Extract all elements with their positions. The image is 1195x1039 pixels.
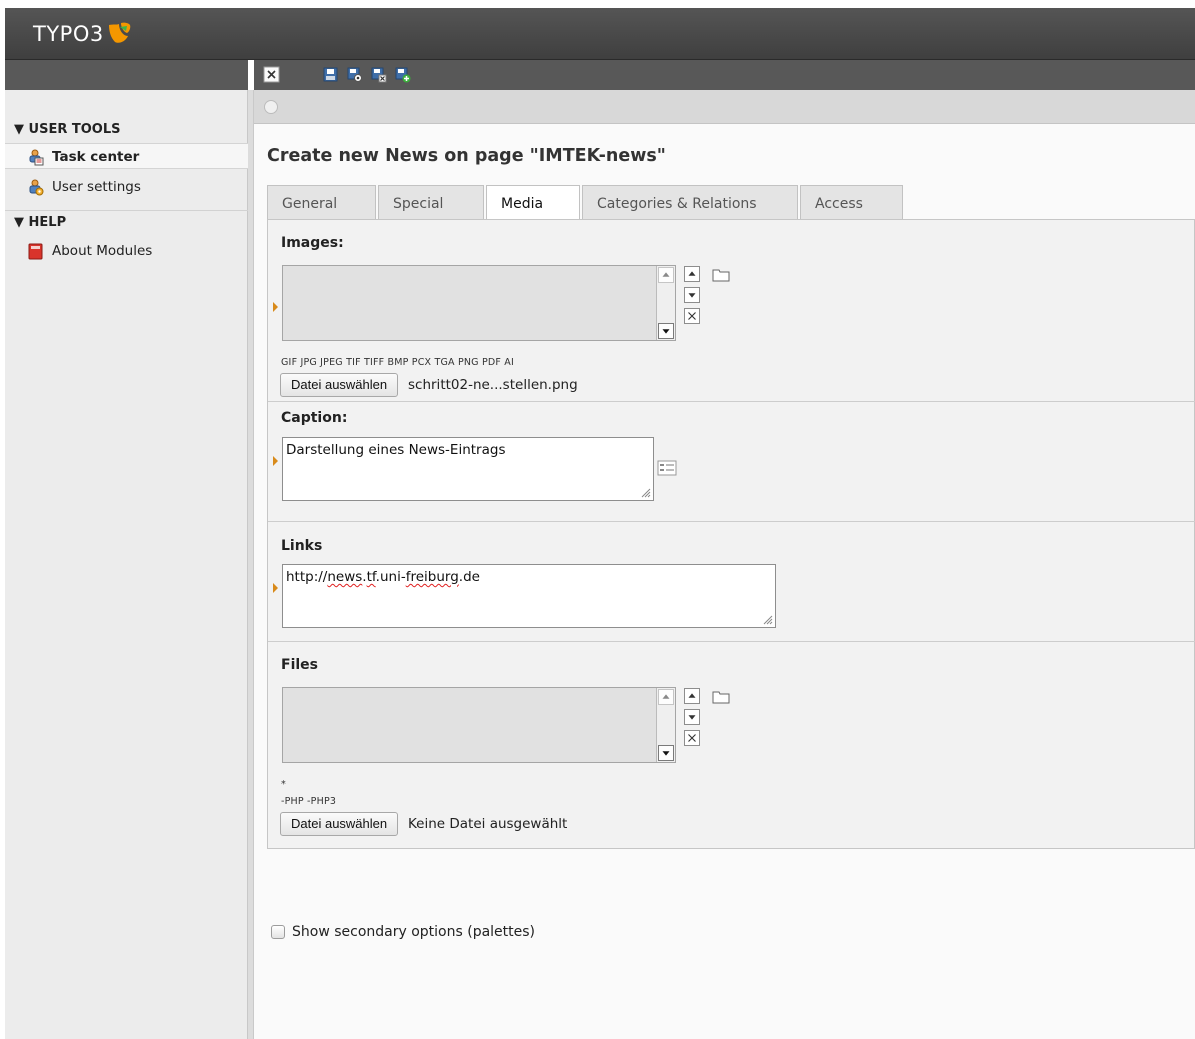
save-and-close-icon[interactable] [370,66,387,83]
sidebar-item-about-modules[interactable]: About Modules [5,238,248,264]
links-section: Links http://news.tf.uni-freiburg.de [268,522,1195,642]
typo3-logo-icon [109,22,131,43]
files-list[interactable] [282,687,676,763]
caption-textarea[interactable]: Darstellung eines News-Eintrags [282,437,654,501]
close-icon[interactable] [263,66,280,83]
caption-label: Caption: [281,410,348,426]
scroll-up-icon[interactable] [658,689,674,705]
move-up-icon[interactable] [684,688,700,704]
folder-browse-icon[interactable] [712,690,730,704]
user-settings-icon [29,179,44,196]
remove-icon[interactable] [684,308,700,324]
sidebar-item-user-settings[interactable]: User settings [5,174,248,200]
module-toolbar-spacer [5,60,248,90]
links-value-part: tf [366,569,376,585]
images-file-name: schritt02-ne...stellen.png [408,377,578,393]
scroll-down-icon[interactable] [658,745,674,761]
edit-form-area: Create new News on page "IMTEK-news" Gen… [254,124,1195,1039]
sidebar-item-label: About Modules [52,243,153,259]
sidebar-item-label: User settings [52,179,141,195]
media-tab-panel: Images: GIF JPG JPEG TIF TIFF BMP PCX TG… [267,219,1195,849]
files-section: Files * -PHP -PHP3 Datei auswählen Keine… [268,642,1195,849]
sidebar-group-help[interactable]: ▼ HELP [14,215,66,230]
top-header: TYPO3 [5,8,1195,60]
save-icon[interactable] [322,66,339,83]
scroll-up-icon[interactable] [658,267,674,283]
field-marker [273,302,278,312]
tab-access[interactable]: Access [800,185,903,219]
sidebar-item-task-center[interactable]: Task center [5,143,248,169]
remove-icon[interactable] [684,730,700,746]
field-marker [273,456,278,466]
document-header [254,90,1195,124]
move-up-icon[interactable] [684,266,700,282]
links-value-part: http:// [286,569,328,585]
resize-grip-icon[interactable] [641,488,651,498]
move-down-icon[interactable] [684,709,700,725]
images-list-scrollbar[interactable] [656,266,675,340]
images-section: Images: GIF JPG JPEG TIF TIFF BMP PCX TG… [268,220,1195,402]
links-value-part: freiburg [405,569,459,585]
tab-categories-relations[interactable]: Categories & Relations [582,185,798,219]
files-allowed-extensions: * [281,779,286,790]
secondary-options-label: Show secondary options (palettes) [292,924,536,940]
folder-browse-icon[interactable] [712,268,730,282]
rich-text-wizard-icon[interactable] [657,460,677,476]
files-disallowed-extensions: -PHP -PHP3 [281,796,337,807]
links-textarea[interactable]: http://news.tf.uni-freiburg.de [282,564,776,628]
about-modules-icon [28,243,43,260]
tab-special[interactable]: Special [378,185,484,219]
images-list[interactable] [282,265,676,341]
tab-media[interactable]: Media [486,185,580,220]
files-label: Files [281,657,318,673]
links-value-part: news [327,569,363,585]
caption-section: Caption: Darstellung eines News-Eintrags [268,402,1195,522]
document-toolbar [254,60,1195,90]
move-down-icon[interactable] [684,287,700,303]
task-center-icon [29,149,44,166]
typo3-logo-text: TYPO3 [33,22,104,46]
images-allowed-extensions: GIF JPG JPEG TIF TIFF BMP PCX TGA PNG PD… [281,357,514,368]
save-and-new-icon[interactable] [394,66,411,83]
images-label: Images: [281,235,344,251]
module-menu: ▼ USER TOOLS Task center User settings ▼… [5,90,248,1039]
sidebar-divider [5,210,248,211]
resize-grip-icon[interactable] [763,615,773,625]
field-marker [273,583,278,593]
links-label: Links [281,538,323,554]
images-file-button[interactable]: Datei auswählen [280,373,399,397]
files-file-button[interactable]: Datei auswählen [280,812,399,836]
help-icon[interactable] [264,100,278,114]
caption-value: Darstellung eines News-Eintrags [286,442,506,458]
sidebar-group-user-tools[interactable]: ▼ USER TOOLS [14,122,120,137]
tab-general[interactable]: General [267,185,376,219]
links-value-part: .de [458,569,480,585]
secondary-options-checkbox[interactable] [271,925,285,939]
scroll-down-icon[interactable] [658,323,674,339]
links-value-part: .uni- [375,569,406,585]
page-title: Create new News on page "IMTEK-news" [267,146,666,166]
files-list-scrollbar[interactable] [656,688,675,762]
sidebar-item-label: Task center [52,149,140,165]
files-file-name: Keine Datei ausgewählt [408,816,568,832]
save-and-view-icon[interactable] [346,66,363,83]
